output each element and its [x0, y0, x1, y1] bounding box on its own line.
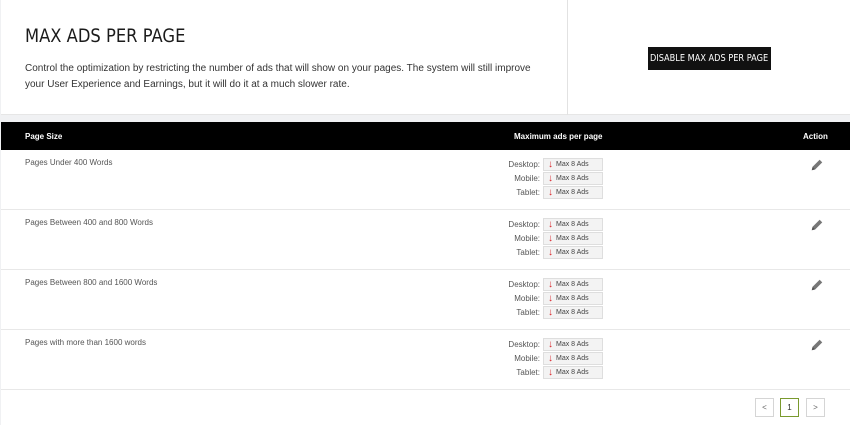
pencil-icon[interactable]: [810, 218, 824, 232]
max-ads-value: Max 8 Ads: [556, 309, 589, 316]
max-ads-badge: ↓ Max 8 Ads: [543, 158, 603, 171]
arrow-down-icon: ↓: [548, 306, 553, 318]
arrow-down-icon: ↓: [548, 292, 553, 304]
device-label: Desktop:: [508, 220, 540, 229]
table-row: Pages with more than 1600 words Desktop:…: [1, 330, 850, 390]
column-header-action: Action: [803, 132, 828, 141]
device-limit: Tablet: ↓ Max 8 Ads: [1, 306, 850, 320]
max-ads-badge: ↓ Max 8 Ads: [543, 172, 603, 185]
arrow-down-icon: ↓: [548, 278, 553, 290]
device-label: Tablet:: [516, 308, 540, 317]
device-label: Desktop:: [508, 280, 540, 289]
table-row: Pages Between 400 and 800 Words Desktop:…: [1, 210, 850, 270]
arrow-down-icon: ↓: [548, 352, 553, 364]
max-ads-badge: ↓ Max 8 Ads: [543, 292, 603, 305]
device-label: Tablet:: [516, 368, 540, 377]
device-limit: Tablet: ↓ Max 8 Ads: [1, 366, 850, 380]
pagination-page-1[interactable]: 1: [780, 398, 799, 417]
arrow-down-icon: ↓: [548, 366, 553, 378]
max-ads-badge: ↓ Max 8 Ads: [543, 218, 603, 231]
max-ads-value: Max 8 Ads: [556, 295, 589, 302]
device-limit: Mobile: ↓ Max 8 Ads: [1, 232, 850, 246]
page-description: Control the optimization by restricting …: [25, 63, 531, 90]
page: MAX ADS PER PAGE Control the optimizatio…: [0, 0, 850, 425]
arrow-down-icon: ↓: [548, 158, 553, 170]
arrow-down-icon: ↓: [548, 232, 553, 244]
max-ads-badge: ↓ Max 8 Ads: [543, 278, 603, 291]
pagination-prev-button[interactable]: <: [755, 398, 774, 417]
table-row: Pages Between 800 and 1600 Words Desktop…: [1, 270, 850, 330]
device-limit: Desktop: ↓ Max 8 Ads: [1, 338, 850, 352]
device-label: Desktop:: [508, 160, 540, 169]
arrow-down-icon: ↓: [548, 172, 553, 184]
max-ads-table: Page Size Maximum ads per page Action Pa…: [1, 122, 850, 425]
max-ads-badge: ↓ Max 8 Ads: [543, 352, 603, 365]
max-ads-badge: ↓ Max 8 Ads: [543, 186, 603, 199]
device-limit: Tablet: ↓ Max 8 Ads: [1, 186, 850, 200]
arrow-down-icon: ↓: [548, 246, 553, 258]
device-label: Tablet:: [516, 188, 540, 197]
max-ads-badge: ↓ Max 8 Ads: [543, 232, 603, 245]
device-limit: Mobile: ↓ Max 8 Ads: [1, 292, 850, 306]
pencil-icon[interactable]: [810, 338, 824, 352]
max-ads-value: Max 8 Ads: [556, 189, 589, 196]
table-header: Page Size Maximum ads per page Action: [1, 122, 850, 150]
device-limit: Mobile: ↓ Max 8 Ads: [1, 172, 850, 186]
max-ads-value: Max 8 Ads: [556, 249, 589, 256]
pencil-icon[interactable]: [810, 278, 824, 292]
max-ads-badge: ↓ Max 8 Ads: [543, 246, 603, 259]
device-limit: Tablet: ↓ Max 8 Ads: [1, 246, 850, 260]
max-ads-value: Max 8 Ads: [556, 355, 589, 362]
settings-header: MAX ADS PER PAGE Control the optimizatio…: [1, 0, 850, 115]
max-ads-badge: ↓ Max 8 Ads: [543, 366, 603, 379]
max-ads-value: Max 8 Ads: [556, 281, 589, 288]
max-ads-value: Max 8 Ads: [556, 341, 589, 348]
max-ads-value: Max 8 Ads: [556, 369, 589, 376]
arrow-down-icon: ↓: [548, 186, 553, 198]
device-label: Mobile:: [514, 174, 540, 183]
arrow-down-icon: ↓: [548, 218, 553, 230]
header-info-panel: MAX ADS PER PAGE Control the optimizatio…: [1, 0, 568, 115]
device-limit: Mobile: ↓ Max 8 Ads: [1, 352, 850, 366]
table-row: Pages Under 400 Words Desktop: ↓ Max 8 Ads…: [1, 150, 850, 210]
disable-max-ads-button[interactable]: DISABLE MAX ADS PER PAGE: [648, 47, 771, 70]
disable-max-ads-label: DISABLE MAX ADS PER PAGE: [650, 53, 769, 64]
column-header-page-size: Page Size: [25, 132, 63, 141]
page-title: MAX ADS PER PAGE: [25, 25, 186, 47]
column-header-max-ads: Maximum ads per page: [514, 132, 603, 141]
pagination-next-button[interactable]: >: [806, 398, 825, 417]
max-ads-badge: ↓ Max 8 Ads: [543, 306, 603, 319]
device-limit: Desktop: ↓ Max 8 Ads: [1, 158, 850, 172]
device-label: Desktop:: [508, 340, 540, 349]
device-limit: Desktop: ↓ Max 8 Ads: [1, 278, 850, 292]
device-label: Mobile:: [514, 354, 540, 363]
max-ads-badge: ↓ Max 8 Ads: [543, 338, 603, 351]
max-ads-value: Max 8 Ads: [556, 161, 589, 168]
device-label: Mobile:: [514, 294, 540, 303]
device-limit: Desktop: ↓ Max 8 Ads: [1, 218, 850, 232]
arrow-down-icon: ↓: [548, 338, 553, 350]
max-ads-value: Max 8 Ads: [556, 175, 589, 182]
device-label: Tablet:: [516, 248, 540, 257]
pencil-icon[interactable]: [810, 158, 824, 172]
device-label: Mobile:: [514, 234, 540, 243]
max-ads-value: Max 8 Ads: [556, 221, 589, 228]
max-ads-value: Max 8 Ads: [556, 235, 589, 242]
